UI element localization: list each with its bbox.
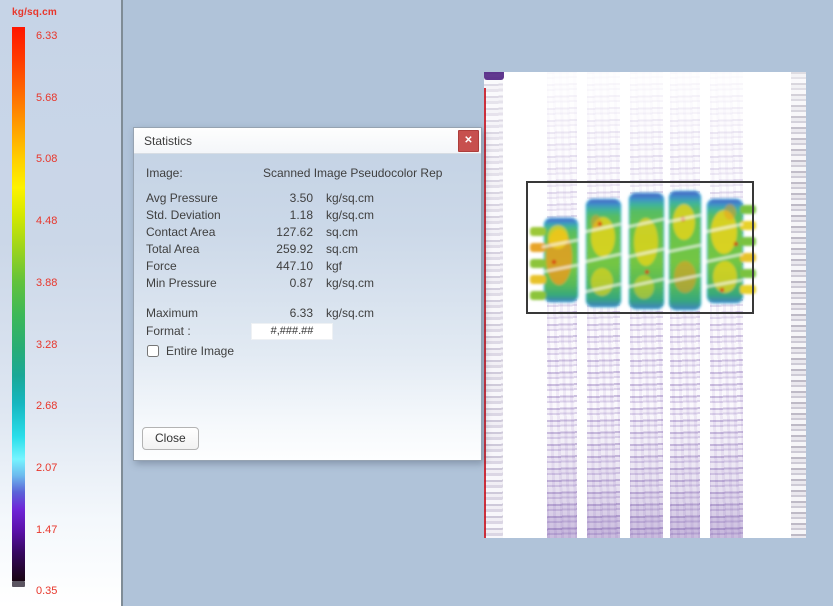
legend-tick: 2.07 [36, 462, 76, 474]
stat-value: 259.92 [251, 242, 313, 256]
dialog-title: Statistics [144, 134, 192, 148]
stats-spacer [146, 291, 469, 304]
stat-row: Min Pressure0.87 kg/sq.cm [146, 274, 469, 291]
stat-label: Maximum [146, 306, 251, 320]
image-value: Scanned Image Pseudocolor Rep [263, 166, 442, 180]
legend-tick: 4.48 [36, 215, 76, 227]
stats-rows: Avg Pressure3.50kg/sq.cmStd. Deviation1.… [146, 189, 469, 321]
entire-image-checkbox[interactable] [147, 345, 159, 357]
entire-image-row: Entire Image [146, 343, 469, 359]
stat-value: 0.87 [251, 276, 313, 290]
legend-tick: 3.28 [36, 339, 76, 351]
stat-unit: kg/sq.cm [326, 191, 374, 205]
stat-label: Min Pressure [146, 276, 251, 290]
legend-unit-label: kg/sq.cm [12, 7, 57, 18]
dialog-title-bar[interactable]: Statistics ✕ [134, 128, 481, 154]
stat-row: Total Area259.92 sq.cm [146, 240, 469, 257]
legend-tick: 1.47 [36, 524, 76, 536]
legend-tick: 5.68 [36, 92, 76, 104]
stat-label: Avg Pressure [146, 191, 251, 205]
entire-image-label: Entire Image [166, 344, 234, 358]
stat-row: Contact Area127.62 sq.cm [146, 223, 469, 240]
image-row: Image: Scanned Image Pseudocolor Rep [146, 164, 469, 181]
stat-row: Force447.10 kgf [146, 257, 469, 274]
legend-tick: 5.08 [36, 153, 76, 165]
stat-unit: sq.cm [326, 225, 358, 239]
close-icon[interactable]: ✕ [458, 130, 479, 152]
stat-row: Std. Deviation1.18 kg/sq.cm [146, 206, 469, 223]
stat-label: Contact Area [146, 225, 251, 239]
tire-scan-image [484, 72, 806, 538]
stat-row: Maximum6.33 kg/sq.cm [146, 304, 469, 321]
stat-label: Std. Deviation [146, 208, 251, 222]
stat-value: 3.50 [251, 191, 313, 205]
legend-tick: 2.68 [36, 400, 76, 412]
dialog-body: Image: Scanned Image Pseudocolor Rep Avg… [134, 154, 481, 460]
stat-value: 1.18 [251, 208, 313, 222]
close-button[interactable]: Close [142, 427, 199, 450]
stat-label: Total Area [146, 242, 251, 256]
stat-unit: sq.cm [326, 242, 358, 256]
stat-unit: kgf [326, 259, 342, 273]
selection-rectangle[interactable] [526, 181, 754, 314]
stat-value: 6.33 [251, 306, 313, 320]
format-input[interactable] [251, 323, 333, 340]
pseudocolor-scale-bar [12, 27, 25, 581]
legend-sidebar: kg/sq.cm 6.33 5.68 5.08 4.48 3.88 3.28 2.68 2.0… [0, 0, 123, 606]
stat-value: 127.62 [251, 225, 313, 239]
statistics-dialog: Statistics ✕ Image: Scanned Image Pseudo… [133, 127, 482, 461]
format-label: Format : [146, 324, 251, 338]
image-label: Image: [146, 166, 251, 180]
pseudocolor-scale-bar-end [12, 581, 25, 587]
stat-unit: kg/sq.cm [326, 276, 374, 290]
stat-row: Avg Pressure3.50 kg/sq.cm [146, 189, 469, 206]
stat-unit: kg/sq.cm [326, 208, 374, 222]
stat-unit: kg/sq.cm [326, 306, 374, 320]
legend-tick: 3.88 [36, 277, 76, 289]
stat-value: 447.10 [251, 259, 313, 273]
legend-tick: 0.35 [36, 585, 76, 597]
stat-label: Force [146, 259, 251, 273]
legend-tick: 6.33 [36, 30, 76, 42]
format-row: Format : [146, 322, 469, 340]
